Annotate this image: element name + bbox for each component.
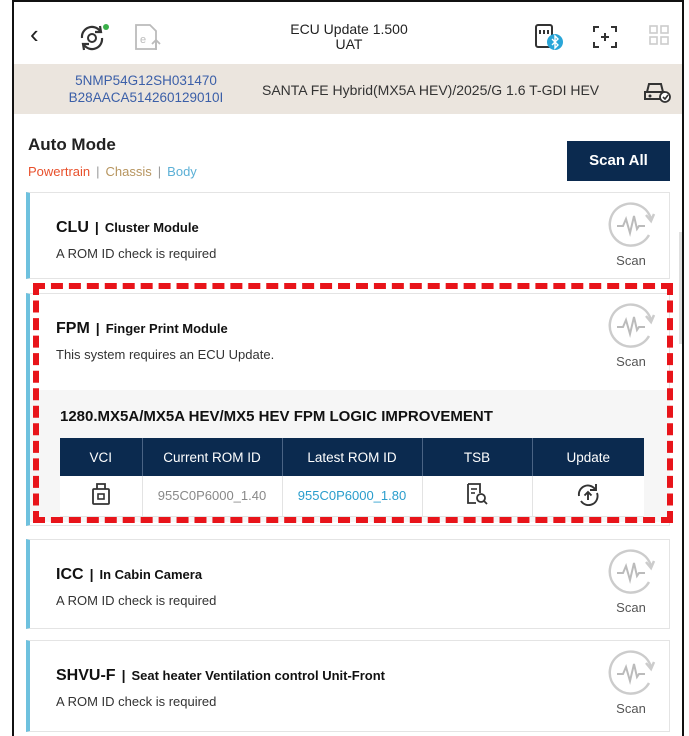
fullscreen-icon[interactable] <box>590 22 622 52</box>
current-rom-id: 955C0P6000_1.40 <box>142 476 283 517</box>
filter-body[interactable]: Body <box>167 164 197 179</box>
module-message: A ROM ID check is required <box>56 694 217 709</box>
module-code: ICC <box>56 566 84 583</box>
scan-waveform-icon <box>608 303 656 348</box>
filter-separator: | <box>157 164 162 179</box>
scrollbar[interactable] <box>679 232 682 344</box>
update-detail-panel: 1280.MX5A/MX5A HEV/MX5 HEV FPM LOGIC IMP… <box>30 390 670 522</box>
update-title: 1280.MX5A/MX5A HEV/MX5 HEV FPM LOGIC IMP… <box>60 408 493 425</box>
title-line-1: ECU Update 1.500 <box>290 21 408 37</box>
latest-rom-id: 955C0P6000_1.80 <box>282 476 423 517</box>
column-header-tsb: TSB <box>422 438 533 476</box>
column-header-update: Update <box>532 438 644 476</box>
chevron-left-icon[interactable]: ‹ <box>30 21 39 47</box>
vin-text: 5NMP54G12SH031470 <box>75 73 217 88</box>
scan-button[interactable]: Scan <box>605 649 657 716</box>
scan-waveform-icon <box>608 202 656 247</box>
scan-all-button[interactable]: Scan All <box>567 141 670 181</box>
scan-label: Scan <box>616 354 646 369</box>
title-line-2: UAT <box>335 36 363 52</box>
module-card-clu[interactable]: CLU | Cluster Module A ROM ID check is req… <box>26 192 670 279</box>
module-code: SHVU-F <box>56 667 116 684</box>
module-heading: SHVU-F | Seat heater Ventilation control U… <box>56 667 386 684</box>
table-row: 955C0P6000_1.40 955C0P6000_1.80 <box>60 476 644 517</box>
column-header-vci: VCI <box>60 438 143 476</box>
module-heading: FPM | Finger Print Module <box>56 320 228 337</box>
filter-separator: | <box>96 164 100 179</box>
module-heading: CLU | Cluster Module <box>56 219 199 236</box>
scan-button[interactable]: Scan <box>605 201 657 268</box>
ecu-upload-icon[interactable]: e <box>132 22 164 52</box>
module-message: This system requires an ECU Update. <box>56 347 275 362</box>
page-title: ECU Update 1.500 UAT <box>244 22 454 52</box>
vehicle-info-bar: 5NMP54G12SH031470 B28AACA514260129010I S… <box>14 64 682 114</box>
module-card-icc[interactable]: ICC | In Cabin Camera A ROM ID check is re… <box>26 539 670 629</box>
vci-bluetooth-icon[interactable] <box>532 22 564 52</box>
tsb-cell[interactable] <box>422 476 533 517</box>
category-filters: Powertrain | Chassis | Body <box>28 164 197 179</box>
module-card-shvu-f[interactable]: SHVU-F | Seat heater Ventilation control U… <box>26 640 670 732</box>
filter-powertrain[interactable]: Powertrain <box>28 164 90 179</box>
grid-menu-icon[interactable] <box>646 22 678 52</box>
section-title: Auto Mode <box>28 135 116 154</box>
vehicle-check-icon[interactable] <box>642 77 671 103</box>
module-message: A ROM ID check is required <box>56 593 217 608</box>
vehicle-name: SANTA FE Hybrid(MX5A HEV)/2025/G 1.6 T-G… <box>262 82 600 98</box>
module-heading: ICC | In Cabin Camera <box>56 566 203 583</box>
scan-label: Scan <box>616 701 646 716</box>
module-name: Finger Print Module <box>105 321 228 336</box>
module-code: CLU <box>56 219 89 236</box>
scan-waveform-icon <box>608 549 656 594</box>
scan-button[interactable]: Scan <box>605 548 657 615</box>
sync-settings-icon[interactable] <box>76 22 109 52</box>
scan-button[interactable]: Scan <box>605 302 657 369</box>
scan-label: Scan <box>616 600 646 615</box>
usb-device-icon <box>91 483 110 506</box>
rom-id-table: VCI Current ROM ID Latest ROM ID TSB Upd… <box>60 438 644 517</box>
vci-cell <box>60 476 143 517</box>
scan-label: Scan <box>616 253 646 268</box>
module-name: Seat heater Ventilation control Unit-Fro… <box>131 668 386 683</box>
update-cell[interactable] <box>532 476 644 517</box>
table-header-row: VCI Current ROM ID Latest ROM ID TSB Upd… <box>60 438 644 476</box>
module-name: In Cabin Camera <box>99 567 203 582</box>
column-header-current-rom: Current ROM ID <box>142 438 283 476</box>
vehicle-ids: 5NMP54G12SH031470 B28AACA514260129010I <box>56 72 236 106</box>
module-card-fpm[interactable]: FPM | Finger Print Module This system requ… <box>26 293 670 526</box>
app-frame: ‹ e ECU Update 1.500 UAT 5NMP54G12SH0314… <box>12 0 684 736</box>
filter-chassis[interactable]: Chassis <box>106 164 152 179</box>
update-arrow-icon[interactable] <box>574 482 602 507</box>
document-search-icon[interactable] <box>464 482 490 506</box>
module-name: Cluster Module <box>104 220 199 235</box>
vehicle-id-text: B28AACA514260129010I <box>68 90 224 105</box>
column-header-latest-rom: Latest ROM ID <box>282 438 423 476</box>
module-message: A ROM ID check is required <box>56 246 217 261</box>
scan-waveform-icon <box>608 650 656 695</box>
svg-text:e: e <box>140 34 146 46</box>
top-bar: ‹ e ECU Update 1.500 UAT <box>14 2 682 64</box>
module-code: FPM <box>56 320 90 337</box>
